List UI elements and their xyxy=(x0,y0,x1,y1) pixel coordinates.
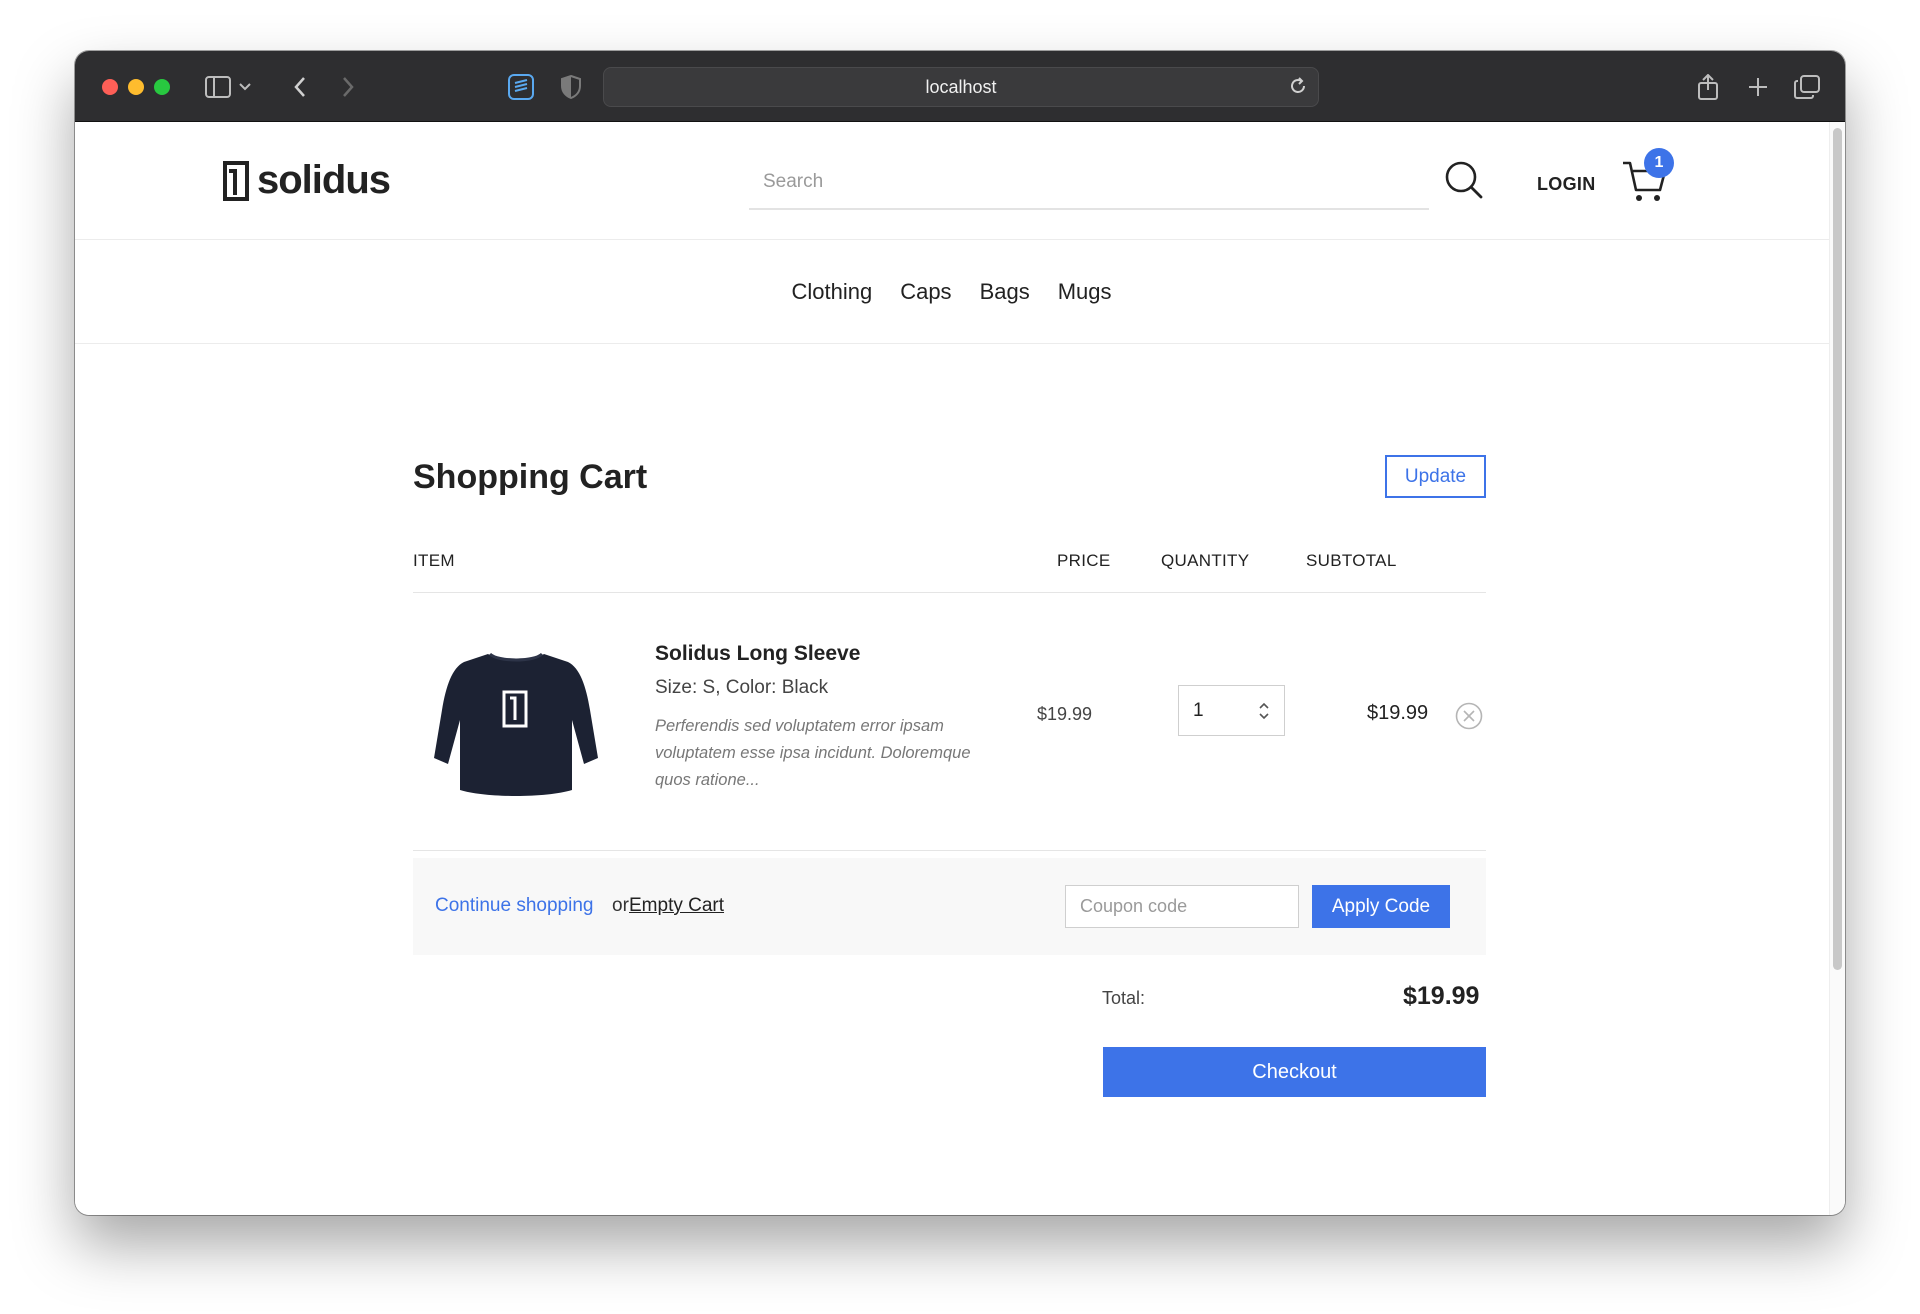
reload-icon[interactable] xyxy=(1288,76,1308,101)
nav-item-mugs[interactable]: Mugs xyxy=(1058,279,1112,305)
page-content: solidus LOGIN 1 Clothing Caps Bags Mugs … xyxy=(75,122,1830,1215)
sidebar-icon[interactable] xyxy=(202,71,234,103)
nav-item-caps[interactable]: Caps xyxy=(900,279,951,305)
minimize-window-button[interactable] xyxy=(128,79,144,95)
logo-mark-icon xyxy=(223,160,249,201)
browser-window: localhost solidus LOGIN xyxy=(75,51,1845,1215)
site-logo[interactable]: solidus xyxy=(223,158,391,203)
quantity-value: 1 xyxy=(1193,699,1204,721)
product-price: $19.99 xyxy=(1037,704,1093,724)
stepper-arrows-icon[interactable] xyxy=(1258,699,1270,723)
new-tab-icon[interactable] xyxy=(1742,71,1774,103)
column-header-subtotal: SUBTOTAL xyxy=(1306,551,1397,570)
product-variant: Size: S, Color: Black xyxy=(655,677,829,698)
category-nav: Clothing Caps Bags Mugs xyxy=(75,240,1830,344)
forward-icon[interactable] xyxy=(332,71,364,103)
update-button[interactable]: Update xyxy=(1385,455,1486,498)
cart-count-badge: 1 xyxy=(1644,148,1674,178)
login-link[interactable]: LOGIN xyxy=(1537,174,1596,195)
row-divider xyxy=(413,850,1486,851)
search-input[interactable] xyxy=(749,156,1429,210)
or-text: or xyxy=(612,895,629,916)
product-name[interactable]: Solidus Long Sleeve xyxy=(655,642,860,666)
continue-shopping-link[interactable]: Continue shopping xyxy=(435,895,593,917)
url-text: localhost xyxy=(925,76,997,97)
page-title: Shopping Cart xyxy=(413,458,648,496)
total-value: $19.99 xyxy=(1403,982,1480,1010)
address-bar[interactable]: localhost xyxy=(603,67,1319,107)
privacy-shield-icon[interactable] xyxy=(555,71,587,103)
chevron-down-icon[interactable] xyxy=(235,71,255,103)
product-description: Perferendis sed voluptatem error ipsam v… xyxy=(655,717,971,789)
column-header-price: PRICE xyxy=(1057,551,1111,570)
scrollbar-thumb[interactable] xyxy=(1833,128,1842,970)
quantity-stepper[interactable]: 1 xyxy=(1178,685,1285,736)
line-subtotal: $19.99 xyxy=(1367,702,1429,724)
product-image[interactable] xyxy=(426,640,606,802)
tab-overview-icon[interactable] xyxy=(1791,71,1823,103)
column-header-quantity: QUANTITY xyxy=(1161,551,1250,570)
zoom-window-button[interactable] xyxy=(154,79,170,95)
close-window-button[interactable] xyxy=(102,79,118,95)
total-label: Total: xyxy=(1102,988,1146,1008)
header-divider xyxy=(413,592,1486,593)
cart-actions-bar: Continue shopping or Empty Cart Apply Co… xyxy=(413,858,1486,955)
logo-text: solidus xyxy=(257,158,391,202)
empty-cart-link[interactable]: Empty Cart xyxy=(629,895,724,917)
nav-item-bags[interactable]: Bags xyxy=(980,279,1030,305)
nav-item-clothing[interactable]: Clothing xyxy=(791,279,872,305)
back-icon[interactable] xyxy=(284,71,316,103)
coupon-code-input[interactable] xyxy=(1065,885,1299,928)
apply-code-button[interactable]: Apply Code xyxy=(1312,885,1450,928)
column-header-item: ITEM xyxy=(413,551,455,570)
remove-item-icon[interactable] xyxy=(1455,702,1483,730)
share-icon[interactable] xyxy=(1692,71,1724,103)
site-header: solidus LOGIN 1 xyxy=(75,122,1830,240)
checkout-button[interactable]: Checkout xyxy=(1103,1047,1486,1097)
search-icon[interactable] xyxy=(1442,158,1486,202)
browser-titlebar: localhost xyxy=(75,51,1845,122)
tabs-extension-icon[interactable] xyxy=(505,71,537,103)
